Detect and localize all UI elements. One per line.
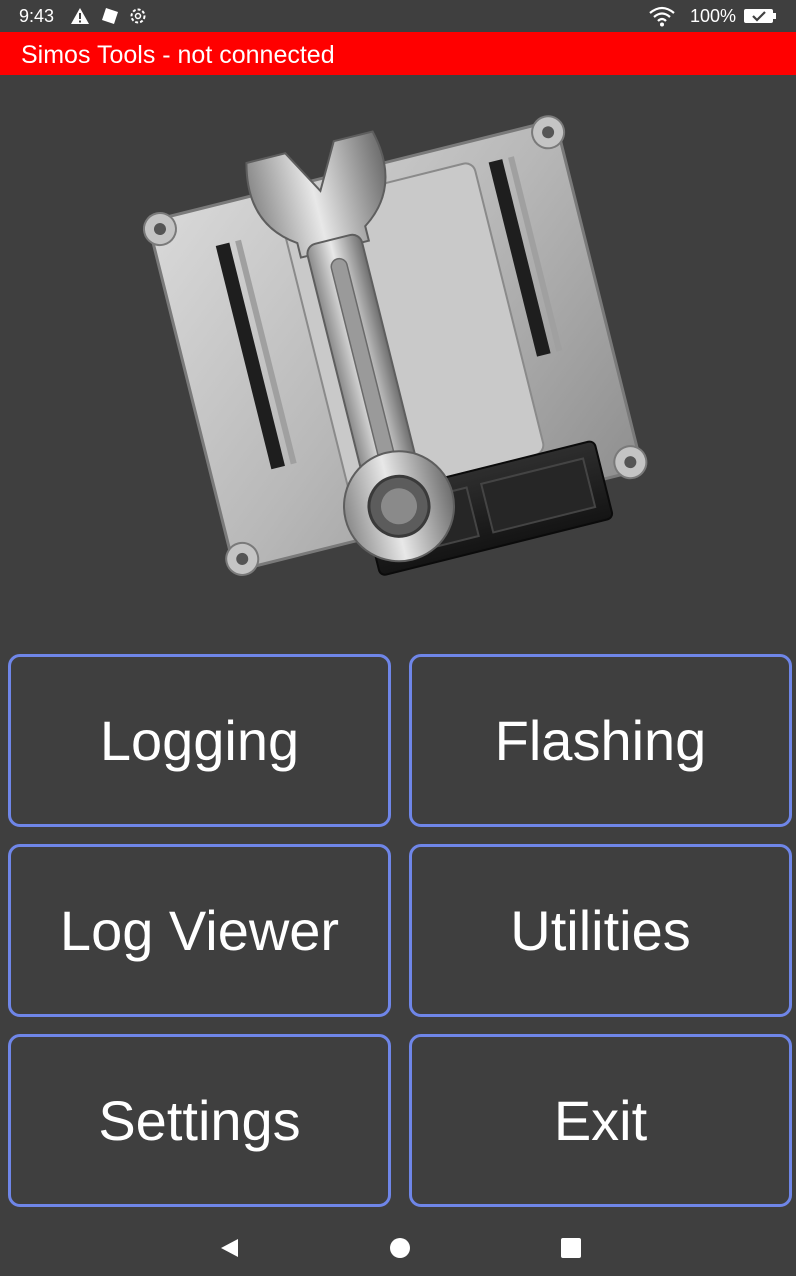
recents-icon[interactable] (560, 1237, 582, 1264)
navigation-bar (0, 1222, 796, 1276)
log-viewer-button[interactable]: Log Viewer (8, 844, 391, 1017)
status-time: 9:43 (19, 6, 55, 26)
home-icon[interactable] (389, 1237, 411, 1264)
back-icon[interactable] (218, 1237, 240, 1264)
settings-gear-icon (128, 6, 148, 31)
exit-button[interactable]: Exit (409, 1034, 792, 1207)
status-bar: 9:43 100% (0, 0, 796, 32)
notification-icon (100, 6, 120, 31)
battery-percent: 100% (690, 6, 737, 26)
app-title: Simos Tools - not connected (21, 41, 335, 69)
battery-icon (744, 8, 778, 29)
logging-button[interactable]: Logging (8, 654, 391, 827)
flashing-button[interactable]: Flashing (409, 654, 792, 827)
app-title-bar: Simos Tools - not connected (0, 32, 796, 75)
utilities-button[interactable]: Utilities (409, 844, 792, 1017)
settings-button[interactable]: Settings (8, 1034, 391, 1207)
ecu-wrench-icon (130, 95, 670, 625)
warning-icon (70, 6, 90, 31)
wifi-icon (648, 5, 676, 32)
